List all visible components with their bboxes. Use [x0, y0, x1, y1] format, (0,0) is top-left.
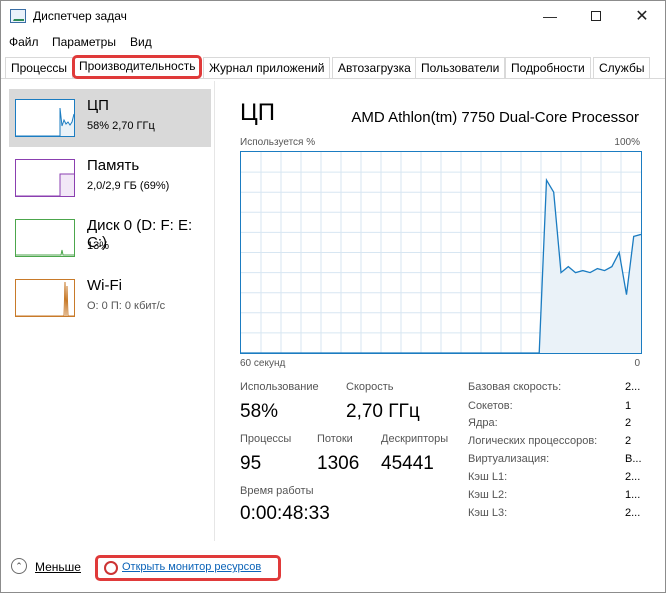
info-value-logical-processors: 2 — [625, 435, 632, 447]
tab-app-history[interactable]: Журнал приложений — [203, 57, 331, 78]
open-resource-monitor-link[interactable]: Открыть монитор ресурсов — [95, 555, 281, 581]
sidebar-item-memory-subtitle: 2,0/2,9 ГБ (69%) — [87, 180, 170, 192]
close-button[interactable]: ✕ — [619, 1, 665, 31]
menu-view[interactable]: Вид — [130, 35, 152, 49]
info-value-sockets: 1 — [625, 400, 632, 412]
tab-performance[interactable]: Производительность — [72, 55, 203, 79]
info-label-sockets: Сокетов: — [468, 400, 513, 412]
sidebar-item-memory[interactable]: Память 2,0/2,9 ГБ (69%) — [9, 149, 211, 207]
title-bar: Диспетчер задач — ✕ — [1, 1, 665, 31]
info-value-l3-cache: 2... — [625, 507, 641, 519]
maximize-button[interactable] — [573, 1, 619, 31]
chevron-up-icon[interactable]: ⌃ — [11, 558, 27, 574]
cpu-thumbnail — [15, 99, 75, 137]
disk-thumbnail — [15, 219, 75, 257]
footer: ⌃ Меньше Открыть монитор ресурсов — [1, 549, 665, 593]
tab-users[interactable]: Пользователи — [415, 57, 506, 78]
processes-value: 95 — [240, 453, 262, 474]
resource-monitor-icon — [104, 561, 118, 575]
cpu-usage-graph — [240, 151, 642, 354]
processes-label: Процессы — [240, 433, 292, 445]
sidebar-item-cpu-title: ЦП — [87, 97, 109, 114]
speed-label: Скорость — [346, 381, 394, 393]
info-label-l3-cache: Кэш L3: — [468, 507, 508, 519]
task-manager-icon — [10, 9, 26, 23]
tab-startup[interactable]: Автозагрузка — [332, 57, 417, 78]
task-manager-window: Диспетчер задач — ✕ Файл Параметры Вид П… — [0, 0, 666, 593]
info-label-virtualization: Виртуализация: — [468, 453, 550, 465]
sidebar-item-disk[interactable]: Диск 0 (D: F: E: C:) 13% — [9, 209, 211, 267]
maximize-icon — [591, 11, 601, 21]
resource-sidebar: ЦП 58% 2,70 ГГц Память 2,0/2,9 ГБ (69%) … — [1, 81, 215, 541]
sidebar-item-wifi-subtitle: О: 0 П: 0 кбит/с — [87, 300, 166, 312]
sidebar-item-wifi-title: Wi-Fi — [87, 277, 122, 294]
info-value-l1-cache: 2... — [625, 471, 641, 483]
processor-name: AMD Athlon(tm) 7750 Dual-Core Processor — [351, 109, 639, 126]
cpu-graph-svg — [241, 152, 642, 354]
graph-x-left: 60 секунд — [240, 358, 286, 369]
memory-thumb-graph — [16, 173, 74, 196]
info-label-cores: Ядра: — [468, 417, 498, 429]
sidebar-item-wifi[interactable]: Wi-Fi О: 0 П: 0 кбит/с — [9, 269, 211, 327]
minimize-button[interactable]: — — [527, 1, 573, 31]
usage-value: 58% — [240, 401, 279, 422]
uptime-value: 0:00:48:33 — [240, 503, 330, 524]
info-value-l2-cache: 1... — [625, 489, 641, 501]
info-value-cores: 2 — [625, 417, 632, 429]
sidebar-item-disk-subtitle: 13% — [87, 240, 110, 252]
wifi-thumb-graph — [16, 281, 74, 316]
tab-details[interactable]: Подробности — [505, 57, 591, 78]
close-icon: ✕ — [635, 8, 649, 25]
info-label-logical-processors: Логических процессоров: — [468, 435, 598, 447]
graph-x-right: 0 — [634, 358, 640, 369]
cpu-thumb-graph — [16, 107, 74, 136]
window-title: Диспетчер задач — [33, 9, 127, 23]
threads-label: Потоки — [317, 433, 353, 445]
sidebar-item-memory-title: Память — [87, 157, 140, 174]
threads-value: 1306 — [317, 453, 360, 474]
uptime-label: Время работы — [240, 485, 314, 497]
disk-thumb-graph — [16, 249, 74, 256]
page-title: ЦП — [240, 99, 276, 126]
menu-bar: Файл Параметры Вид — [1, 32, 665, 52]
tab-strip: Процессы Производительность Журнал прило… — [1, 55, 665, 79]
tab-services[interactable]: Службы — [593, 57, 651, 78]
graph-y-label: Используется % — [240, 137, 316, 148]
handles-value: 45441 — [381, 453, 434, 474]
info-label-l1-cache: Кэш L1: — [468, 471, 508, 483]
memory-thumbnail — [15, 159, 75, 197]
usage-label: Использование — [240, 381, 319, 393]
minimize-icon: — — [543, 8, 557, 24]
tab-processes[interactable]: Процессы — [5, 57, 74, 78]
open-resource-monitor-label: Открыть монитор ресурсов — [122, 561, 262, 573]
menu-options[interactable]: Параметры — [52, 35, 116, 49]
info-value-base-speed: 2... — [625, 381, 641, 393]
info-label-base-speed: Базовая скорость: — [468, 381, 562, 393]
menu-file[interactable]: Файл — [9, 35, 39, 49]
graph-y-max: 100% — [614, 137, 640, 148]
sidebar-item-cpu-subtitle: 58% 2,70 ГГц — [87, 120, 155, 132]
speed-value: 2,70 ГГц — [346, 401, 420, 422]
wifi-thumbnail — [15, 279, 75, 317]
sidebar-item-cpu[interactable]: ЦП 58% 2,70 ГГц — [9, 89, 211, 147]
handles-label: Дескрипторы — [381, 433, 449, 445]
info-value-virtualization: В... — [625, 453, 642, 465]
info-label-l2-cache: Кэш L2: — [468, 489, 508, 501]
fewer-details-button[interactable]: Меньше — [35, 560, 81, 574]
